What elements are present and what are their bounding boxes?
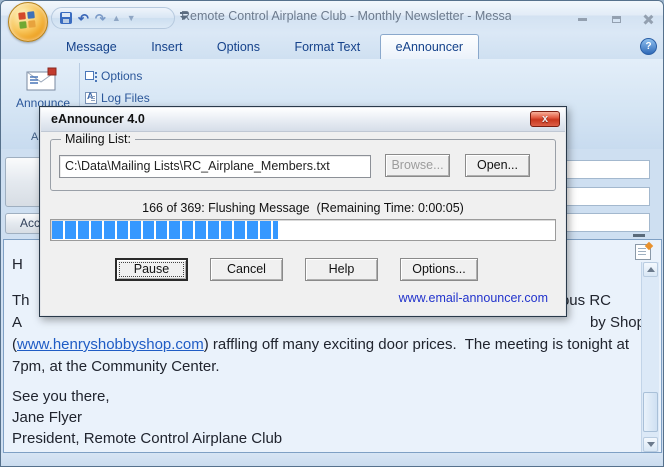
- body-greeting: H: [12, 256, 23, 273]
- help-button[interactable]: ?: [640, 38, 657, 55]
- options-icon: [85, 70, 97, 82]
- customize-qat-chevron: [180, 16, 188, 20]
- mailing-list-label: Mailing List:: [61, 132, 135, 146]
- scroll-thumb[interactable]: [643, 392, 658, 432]
- pause-button[interactable]: Pause: [115, 258, 188, 281]
- body-line: A: [12, 314, 23, 331]
- body-line-fragment: by Shop: [589, 314, 645, 331]
- ribbon-options-button[interactable]: Options: [85, 66, 142, 86]
- scroll-up-button[interactable]: [643, 262, 658, 277]
- open-button[interactable]: Open...: [465, 154, 530, 177]
- dialog-close-button[interactable]: x: [530, 111, 560, 127]
- progress-status-text: 166 of 369: Flushing Message (Remaining …: [142, 201, 464, 215]
- dialog-options-button[interactable]: Options...: [400, 258, 478, 281]
- orb-square-blue: [27, 11, 35, 19]
- tab-format-text[interactable]: Format Text: [279, 35, 375, 60]
- body-line: (www.henryshobbyshop.com) raffling off m…: [12, 336, 629, 353]
- eannouncer-dialog: eAnnouncer 4.0 x Mailing List: C:\Data\M…: [39, 106, 567, 317]
- dialog-title: eAnnouncer 4.0: [51, 112, 145, 126]
- minimize-button[interactable]: [573, 11, 591, 27]
- scroll-down-icon: [646, 442, 655, 447]
- body-line-fragment: ous RC: [560, 292, 611, 309]
- popout-icon[interactable]: [635, 244, 651, 260]
- envelope-icon: [26, 67, 57, 91]
- redo-icon[interactable]: ↷: [95, 12, 106, 25]
- cancel-button[interactable]: Cancel: [210, 258, 283, 281]
- henryshobbyshop-link[interactable]: www.henryshobbyshop.com: [17, 336, 204, 353]
- ribbon-tabs: Message Insert Options Format Text eAnno…: [51, 34, 480, 60]
- browse-button: Browse...: [385, 154, 450, 177]
- maximize-icon: [611, 15, 621, 23]
- scroll-up-icon: [646, 267, 655, 272]
- body-line: 7pm, at the Community Center.: [12, 358, 220, 375]
- close-button[interactable]: [639, 11, 657, 27]
- mailing-list-path-field[interactable]: C:\Data\Mailing Lists\RC_Airplane_Member…: [59, 155, 371, 178]
- body-line: Th: [12, 292, 30, 309]
- customize-qat-bar: [180, 12, 188, 14]
- link-suffix: ) raffling off many exciting door prices…: [203, 336, 629, 353]
- progress-fill: [52, 221, 278, 239]
- tab-message[interactable]: Message: [51, 35, 132, 60]
- save-icon[interactable]: [60, 12, 72, 24]
- tab-options[interactable]: Options: [202, 35, 275, 60]
- quick-access-toolbar: ↶ ↷ ▲ ▼: [51, 7, 175, 29]
- office-logo-icon: [18, 11, 36, 29]
- ribbon-options-label: Options: [101, 69, 143, 83]
- dialog-titlebar[interactable]: eAnnouncer 4.0 x: [41, 108, 565, 132]
- down-arrow-icon[interactable]: ▼: [127, 12, 136, 25]
- undo-icon[interactable]: ↶: [78, 12, 89, 25]
- maximize-button[interactable]: [607, 11, 625, 27]
- window-bottom-strip: [1, 453, 663, 466]
- log-files-button[interactable]: Log Files: [85, 88, 150, 108]
- up-arrow-icon[interactable]: ▲: [112, 12, 121, 25]
- close-icon: [643, 14, 653, 24]
- dialog-help-button[interactable]: Help: [305, 258, 378, 281]
- body-signer: Jane Flyer: [12, 409, 83, 426]
- log-files-icon: [85, 91, 97, 104]
- tab-eannouncer[interactable]: eAnnouncer: [379, 34, 480, 60]
- body-signer-title: President, Remote Control Airplane Club: [12, 430, 283, 447]
- scroll-down-button[interactable]: [643, 437, 658, 452]
- email-announcer-link[interactable]: www.email-announcer.com: [399, 291, 548, 305]
- office-button[interactable]: [8, 2, 48, 42]
- minimize-icon: [577, 17, 587, 21]
- orb-square-red: [18, 12, 26, 20]
- splitter-handle[interactable]: [633, 234, 645, 237]
- progress-bar: [50, 219, 556, 241]
- log-files-label: Log Files: [101, 91, 150, 105]
- window-title: Remote Control Airplane Club - Monthly N…: [181, 9, 511, 23]
- customize-qat-icon[interactable]: [179, 11, 191, 25]
- orb-square-green: [19, 21, 27, 29]
- body-closing: See you there,: [12, 388, 110, 405]
- outlook-message-window: Remote Control Airplane Club - Monthly N…: [0, 0, 664, 467]
- titlebar: Remote Control Airplane Club - Monthly N…: [1, 1, 663, 33]
- vertical-scrollbar[interactable]: [641, 262, 659, 452]
- orb-square-orange: [28, 20, 36, 28]
- tab-insert[interactable]: Insert: [136, 35, 197, 60]
